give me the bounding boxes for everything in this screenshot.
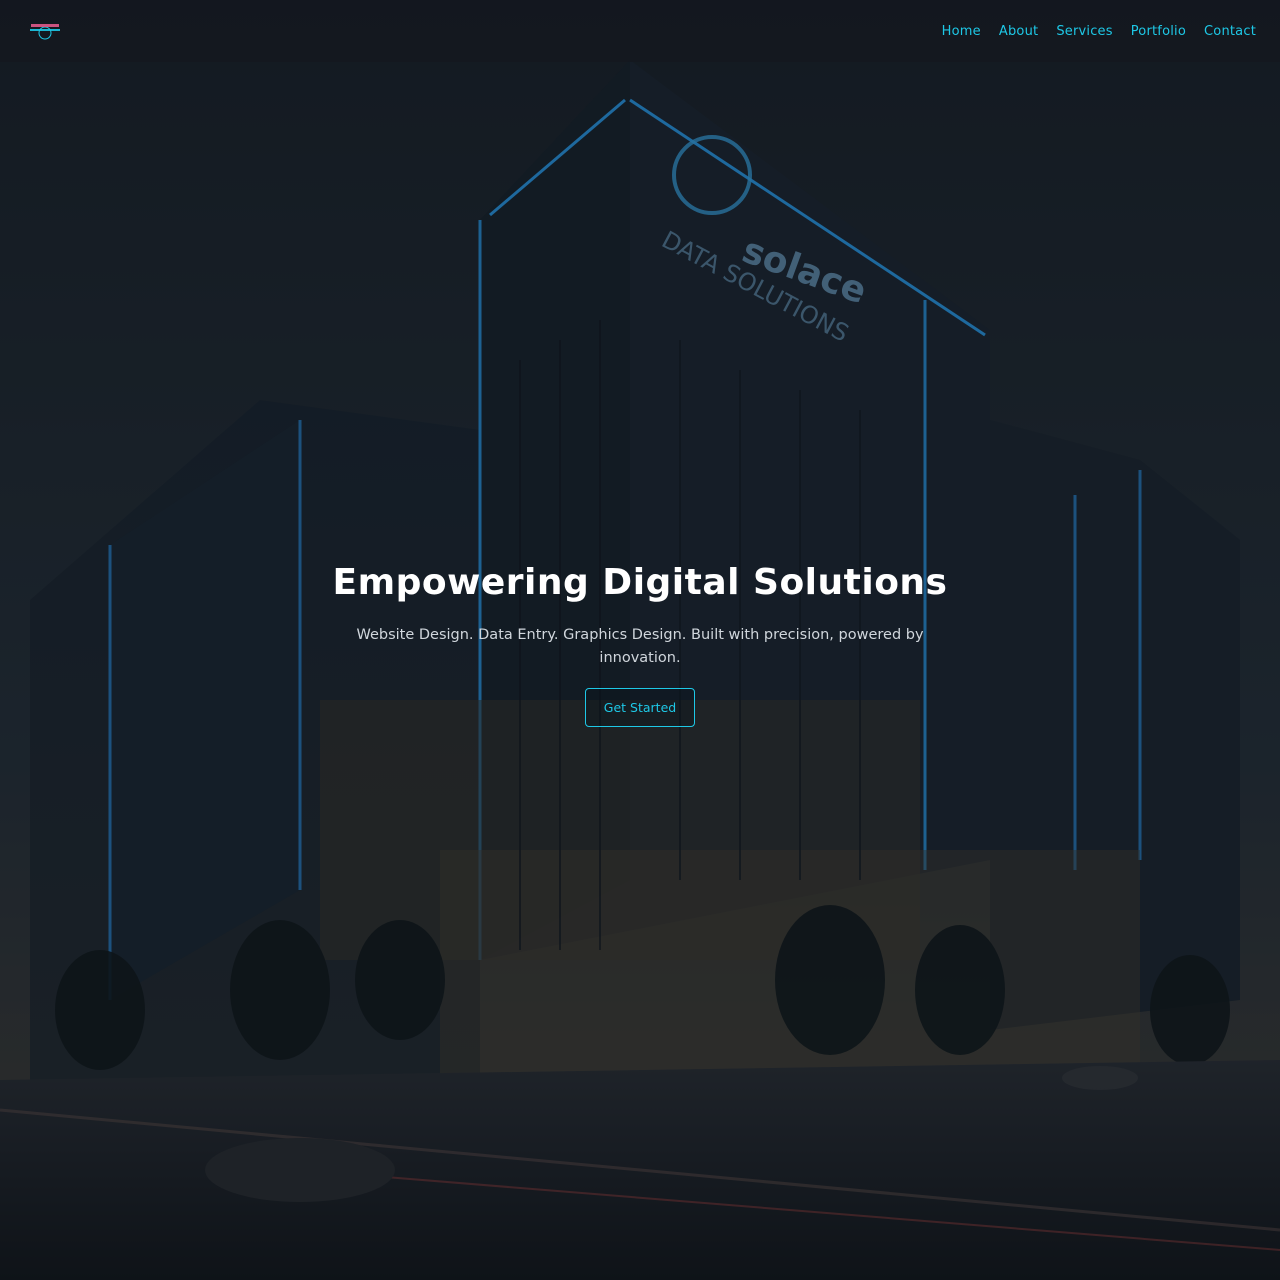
hero-title: Empowering Digital Solutions bbox=[332, 562, 948, 603]
logo-icon bbox=[30, 24, 60, 40]
nav-link-about[interactable]: About bbox=[999, 24, 1038, 39]
nav-menu: Home About Services Portfolio Contact bbox=[942, 24, 1256, 39]
hero-content: Empowering Digital Solutions Website Des… bbox=[300, 560, 980, 727]
nav-link-portfolio[interactable]: Portfolio bbox=[1131, 24, 1186, 39]
nav-link-home[interactable]: Home bbox=[942, 24, 981, 39]
hero-subtitle: Website Design. Data Entry. Graphics Des… bbox=[356, 627, 924, 666]
get-started-button[interactable]: Get Started bbox=[584, 688, 696, 727]
brand-logo[interactable] bbox=[28, 21, 62, 41]
top-navbar: Home About Services Portfolio Contact bbox=[0, 0, 1280, 62]
nav-link-services[interactable]: Services bbox=[1056, 24, 1112, 39]
nav-link-contact[interactable]: Contact bbox=[1204, 24, 1256, 39]
